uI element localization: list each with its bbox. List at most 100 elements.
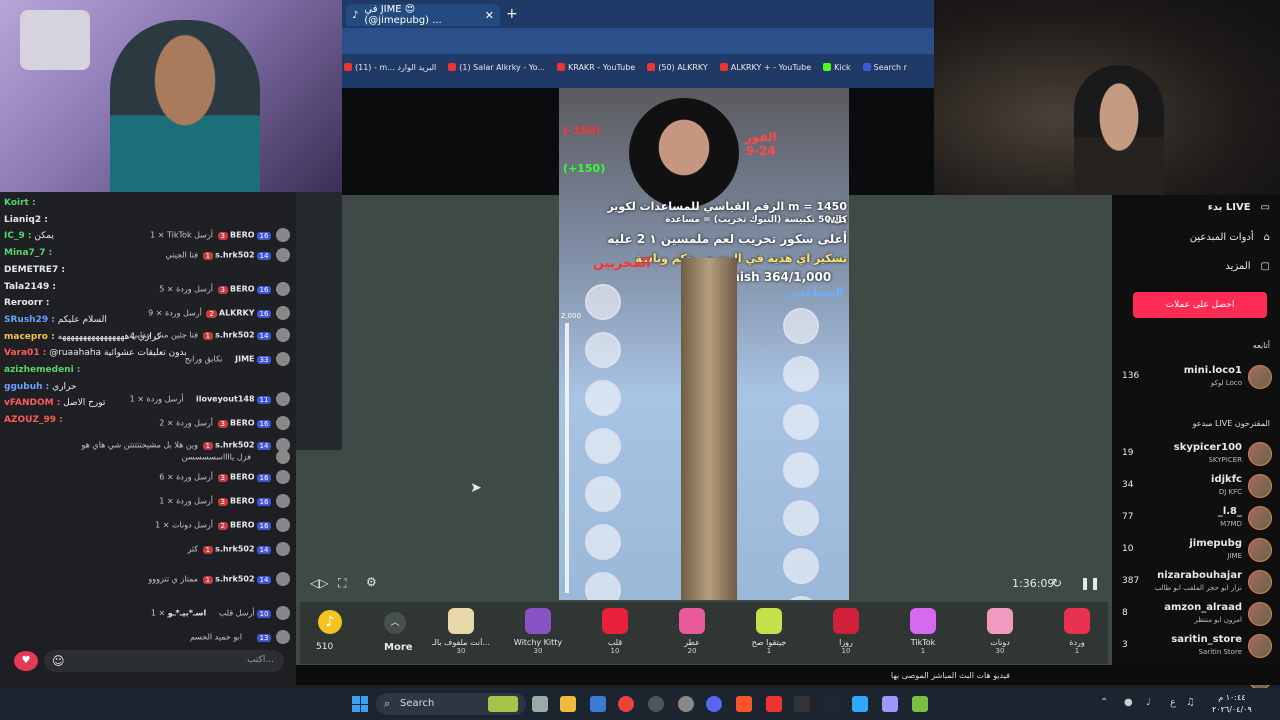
creator-tools-item[interactable]: أدوات المبدعين ⌂ bbox=[1190, 232, 1270, 243]
chevron-up-icon[interactable]: ⌃ bbox=[1100, 697, 1108, 708]
rank-badge: 2 bbox=[206, 309, 217, 318]
coin-icon[interactable]: ♪ bbox=[318, 610, 342, 634]
bookmark-item[interactable]: KRAKR - YouTube bbox=[556, 58, 635, 76]
bookmark-item[interactable]: (11) - m... البريد الوارد bbox=[344, 58, 436, 76]
level-badge: 16 bbox=[256, 231, 272, 240]
more-gifts-button[interactable]: More bbox=[384, 642, 413, 653]
gift-item[interactable]: Witchy Kitty 30 bbox=[503, 608, 573, 655]
discord-icon[interactable] bbox=[706, 696, 722, 712]
score-negative: (-150) bbox=[563, 124, 601, 137]
app-tray-icon[interactable]: ● bbox=[1124, 697, 1133, 708]
user-avatar[interactable] bbox=[276, 328, 290, 342]
user-avatar[interactable] bbox=[276, 572, 290, 586]
user-avatar[interactable] bbox=[276, 282, 290, 296]
user-avatar[interactable] bbox=[276, 630, 290, 644]
clock[interactable]: ١٠:٤٤ م ٢٠٢٦/٠٤/٠٩ bbox=[1212, 692, 1252, 716]
user-avatar[interactable] bbox=[276, 352, 290, 366]
chat-message-row: فتا جئين مش جذابي 1 s.hrk502 14 bbox=[0, 328, 290, 342]
pause-icon[interactable]: ❚❚ bbox=[1080, 576, 1100, 590]
user-avatar[interactable] bbox=[276, 228, 290, 242]
level-badge: 16 bbox=[256, 419, 272, 428]
file-explorer-icon[interactable] bbox=[560, 696, 576, 712]
rank-badge: 1 bbox=[202, 575, 214, 584]
premiere-icon[interactable] bbox=[882, 696, 898, 712]
user-avatar[interactable] bbox=[276, 470, 290, 484]
gift-item[interactable]: عطر 20 bbox=[657, 608, 727, 655]
steam-icon[interactable] bbox=[824, 696, 840, 712]
bookmark-item[interactable]: Search r bbox=[862, 58, 907, 76]
chat-message: كثر bbox=[187, 544, 199, 554]
close-tab-icon[interactable]: ✕ bbox=[485, 9, 494, 22]
gift-item[interactable]: قلب 10 bbox=[580, 608, 650, 655]
go-live-item[interactable]: بدء LIVE ▭ bbox=[1208, 202, 1270, 213]
browser-tab[interactable]: ♪ في JIME 😍 (@jimepubg) ... ✕ bbox=[346, 4, 500, 26]
user-avatar[interactable] bbox=[276, 416, 290, 430]
minecraft-icon[interactable] bbox=[912, 696, 928, 712]
level-badge: 33 bbox=[256, 355, 272, 364]
task-view-icon[interactable] bbox=[532, 696, 548, 712]
user-avatar[interactable] bbox=[276, 606, 290, 620]
gift-item[interactable]: روزا 10 bbox=[811, 608, 881, 655]
chat-username: ALKRKY bbox=[218, 308, 255, 318]
live-creator-item[interactable]: 19 skypicer100 SKYPICER bbox=[1122, 440, 1272, 470]
gift-item[interactable]: TikTok 1 bbox=[888, 608, 958, 655]
app-icon[interactable] bbox=[678, 696, 694, 712]
live-creator-item[interactable]: 10 jimepubg JIME bbox=[1122, 536, 1272, 566]
chat-username: BERO bbox=[230, 496, 255, 506]
bookmark-item[interactable]: Kick bbox=[823, 58, 851, 76]
new-tab-button[interactable]: + bbox=[506, 6, 518, 22]
get-coins-button[interactable]: احصل على عملات bbox=[1133, 292, 1267, 318]
windows-start-icon[interactable] bbox=[352, 696, 368, 712]
bookmark-item[interactable]: (1) Salar Alkrky - Yo... bbox=[448, 58, 545, 76]
gift-bar: ♪ 510 ︿ More أنت ملفوف بالـ... 30 Witchy K… bbox=[300, 602, 1108, 664]
gift-box-icon bbox=[585, 380, 621, 416]
more-item[interactable]: المزيد ▢ bbox=[1225, 261, 1270, 272]
bookmark-item[interactable]: ALKRKY + - YouTube bbox=[719, 58, 811, 76]
microphone-icon[interactable]: ♩ bbox=[1146, 697, 1151, 708]
user-avatar[interactable] bbox=[276, 306, 290, 320]
live-video[interactable]: (-150) (+150) الفوز 9-24 الرقم القياسي ل… bbox=[559, 88, 849, 600]
refresh-icon[interactable]: ↻ bbox=[1052, 576, 1062, 590]
chrome-icon[interactable] bbox=[618, 696, 634, 712]
store-icon[interactable] bbox=[590, 696, 606, 712]
volume-icon[interactable]: ◁▷ bbox=[310, 576, 328, 590]
chat-input[interactable]: اكتب... bbox=[44, 650, 284, 672]
chat-username: iloveyout148 bbox=[195, 394, 255, 404]
user-avatar[interactable] bbox=[276, 494, 290, 508]
photoshop-icon[interactable] bbox=[852, 696, 868, 712]
widget-icon[interactable] bbox=[488, 696, 518, 712]
gift-item[interactable]: وردة 1 bbox=[1042, 608, 1112, 655]
live-creator-item[interactable]: 8 amzon_alraad امزون ابو منتظر bbox=[1122, 600, 1272, 630]
user-avatar[interactable] bbox=[276, 392, 290, 406]
live-creator-item[interactable]: 136 mini.loco1 لوكو Loco bbox=[1122, 363, 1272, 393]
heart-icon[interactable]: ♥ bbox=[14, 651, 38, 671]
language-indicator[interactable]: ع bbox=[1170, 697, 1176, 708]
youtube-icon bbox=[556, 63, 565, 71]
gift-item[interactable]: جيتقوا صح 1 bbox=[734, 608, 804, 655]
emoji-icon[interactable]: ☺ bbox=[52, 654, 65, 668]
live-creator-item[interactable]: 77 _l.8_ M7MD bbox=[1122, 504, 1272, 534]
fullscreen-icon[interactable]: ⛶ bbox=[338, 576, 346, 591]
user-avatar[interactable] bbox=[276, 450, 290, 464]
capcut-icon[interactable] bbox=[794, 696, 810, 712]
settings-gear-icon[interactable]: ⚙ bbox=[366, 575, 377, 589]
gift-item[interactable]: دونات 30 bbox=[965, 608, 1035, 655]
address-bar[interactable] bbox=[342, 28, 934, 54]
creator-username: jimepubg bbox=[1189, 538, 1242, 549]
chat-message-row: 1 × TikTok أرسل 3 BERO 16 bbox=[0, 228, 290, 242]
user-avatar[interactable] bbox=[276, 542, 290, 556]
live-creator-item[interactable]: 34 idjkfc DJ KFC bbox=[1122, 472, 1272, 502]
user-avatar[interactable] bbox=[276, 518, 290, 532]
live-creator-item[interactable]: 387 nizarabouhajar نزار ابو حجر الملقب ابو… bbox=[1122, 568, 1272, 598]
capture-icon[interactable] bbox=[648, 696, 664, 712]
chevron-up-icon[interactable]: ︿ bbox=[384, 612, 406, 634]
viewer-count: 3 bbox=[1122, 640, 1128, 650]
chat-message-row: 1 × أرسل قلب اسـ*بيـ*ـو 10 bbox=[0, 606, 290, 620]
live-creator-item[interactable]: 3 saritin_store Saritin Store bbox=[1122, 632, 1272, 662]
brave-icon[interactable] bbox=[736, 696, 752, 712]
user-avatar[interactable] bbox=[276, 248, 290, 262]
volume-icon[interactable]: ♫ bbox=[1186, 697, 1195, 708]
gift-item[interactable]: أنت ملفوف بالـ... 30 bbox=[426, 608, 496, 655]
bookmark-item[interactable]: (50) ALKRKY bbox=[647, 58, 708, 76]
app-red-icon[interactable] bbox=[766, 696, 782, 712]
